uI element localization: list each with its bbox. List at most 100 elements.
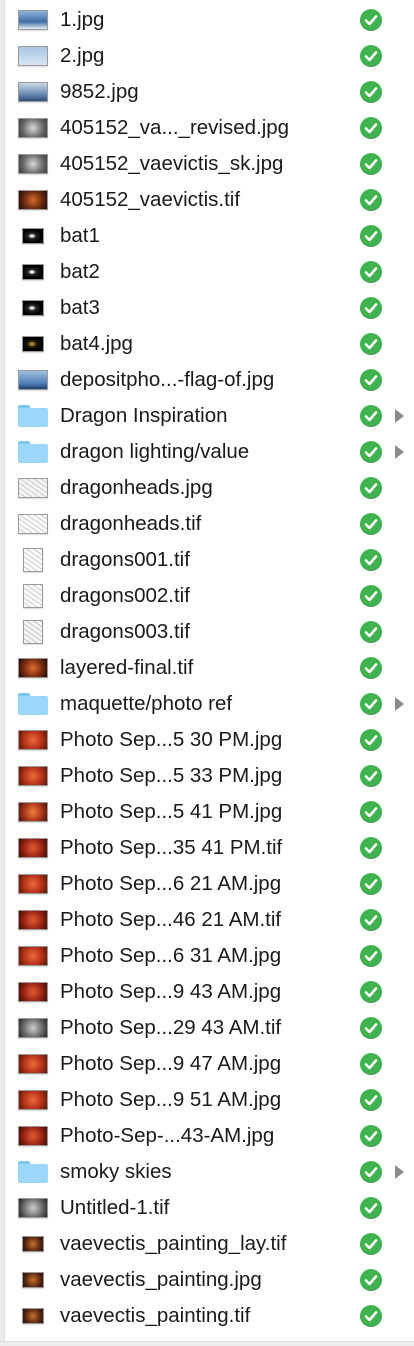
sync-status-check-icon <box>360 81 382 103</box>
file-row[interactable]: Photo Sep...9 47 AM.jpg <box>5 1046 414 1082</box>
file-row[interactable]: 2.jpg <box>5 38 414 74</box>
file-row[interactable]: Untitled-1.tif <box>5 1190 414 1226</box>
sync-status-check-icon <box>360 765 382 787</box>
file-row[interactable]: 405152_vaevictis.tif <box>5 182 414 218</box>
sync-status-check-icon <box>360 1161 382 1183</box>
sync-status-check-icon <box>360 369 382 391</box>
file-row[interactable]: dragons001.tif <box>5 542 414 578</box>
file-row[interactable]: 405152_va..._revised.jpg <box>5 110 414 146</box>
sync-status-check-icon <box>360 873 382 895</box>
file-row[interactable]: depositpho...-flag-of.jpg <box>5 362 414 398</box>
disclosure-arrow-icon[interactable] <box>395 409 404 423</box>
file-row[interactable]: Photo Sep...29 43 AM.tif <box>5 1010 414 1046</box>
file-name: vaevectis_painting.jpg <box>60 1268 262 1291</box>
sync-status-check-icon <box>360 1089 382 1111</box>
file-row[interactable]: 1.jpg <box>5 2 414 38</box>
image-thumbnail-icon <box>17 620 49 644</box>
sync-status-check-icon <box>360 405 382 427</box>
file-name: layered-final.tif <box>60 656 194 679</box>
image-thumbnail-icon <box>17 1088 49 1112</box>
disclosure-arrow-icon[interactable] <box>395 1165 404 1179</box>
sync-status-check-icon <box>360 837 382 859</box>
image-thumbnail-icon <box>17 548 49 572</box>
file-row[interactable]: Photo Sep...5 33 PM.jpg <box>5 758 414 794</box>
file-name: depositpho...-flag-of.jpg <box>60 368 275 391</box>
image-thumbnail-icon <box>17 764 49 788</box>
sync-status-check-icon <box>360 1053 382 1075</box>
sync-status-check-icon <box>360 441 382 463</box>
file-name: Photo Sep...29 43 AM.tif <box>60 1016 282 1039</box>
disclosure-arrow-icon[interactable] <box>395 445 404 459</box>
file-name: 405152_vaevictis.tif <box>60 188 241 211</box>
file-row[interactable]: bat4.jpg <box>5 326 414 362</box>
file-name: bat2 <box>60 260 100 283</box>
image-thumbnail-icon <box>17 296 49 320</box>
sync-status-check-icon <box>360 225 382 247</box>
folder-icon <box>17 1160 49 1184</box>
image-thumbnail-icon <box>17 1196 49 1220</box>
sync-status-check-icon <box>360 1269 382 1291</box>
image-thumbnail-icon <box>17 188 49 212</box>
file-row[interactable]: dragonheads.jpg <box>5 470 414 506</box>
file-name: vaevectis_painting.tif <box>60 1304 251 1327</box>
file-name: 405152_va..._revised.jpg <box>60 116 290 139</box>
sync-status-check-icon <box>360 585 382 607</box>
image-thumbnail-icon <box>17 1052 49 1076</box>
file-name: 405152_vaevictis_sk.jpg <box>60 152 284 175</box>
file-row[interactable]: vaevectis_painting.tif <box>5 1298 414 1334</box>
file-row[interactable]: Photo Sep...6 31 AM.jpg <box>5 938 414 974</box>
sync-status-check-icon <box>360 261 382 283</box>
file-row[interactable]: layered-final.tif <box>5 650 414 686</box>
file-name: dragonheads.jpg <box>60 476 213 499</box>
file-row[interactable]: Photo Sep...5 30 PM.jpg <box>5 722 414 758</box>
file-row[interactable]: 9852.jpg <box>5 74 414 110</box>
file-row[interactable]: Photo Sep...46 21 AM.tif <box>5 902 414 938</box>
file-name: Untitled-1.tif <box>60 1196 170 1219</box>
folder-row[interactable]: smoky skies <box>5 1154 414 1190</box>
image-thumbnail-icon <box>17 1304 49 1328</box>
file-row[interactable]: Photo-Sep-...43-AM.jpg <box>5 1118 414 1154</box>
file-row[interactable]: Photo Sep...9 51 AM.jpg <box>5 1082 414 1118</box>
file-name: Photo Sep...5 33 PM.jpg <box>60 764 283 787</box>
file-name: bat4.jpg <box>60 332 133 355</box>
sync-status-check-icon <box>360 1233 382 1255</box>
folder-row[interactable]: dragon lighting/value <box>5 434 414 470</box>
folder-icon <box>17 440 49 464</box>
sync-status-check-icon <box>360 45 382 67</box>
file-name: bat3 <box>60 296 100 319</box>
image-thumbnail-icon <box>17 224 49 248</box>
sync-status-check-icon <box>360 1125 382 1147</box>
file-name: Photo Sep...46 21 AM.tif <box>60 908 282 931</box>
image-thumbnail-icon <box>17 836 49 860</box>
file-row[interactable]: 405152_vaevictis_sk.jpg <box>5 146 414 182</box>
file-name: Photo Sep...6 21 AM.jpg <box>60 872 282 895</box>
file-row[interactable]: bat1 <box>5 218 414 254</box>
disclosure-arrow-icon[interactable] <box>395 697 404 711</box>
file-name: smoky skies <box>60 1160 172 1183</box>
folder-row[interactable]: maquette/photo ref <box>5 686 414 722</box>
folder-row[interactable]: Dragon Inspiration <box>5 398 414 434</box>
file-row[interactable]: vaevectis_painting_lay.tif <box>5 1226 414 1262</box>
file-row[interactable]: dragonheads.tif <box>5 506 414 542</box>
image-thumbnail-icon <box>17 1124 49 1148</box>
file-row[interactable]: dragons003.tif <box>5 614 414 650</box>
image-thumbnail-icon <box>17 1268 49 1292</box>
file-name: Dragon Inspiration <box>60 404 228 427</box>
file-name: 9852.jpg <box>60 80 139 103</box>
file-row[interactable]: Photo Sep...35 41 PM.tif <box>5 830 414 866</box>
image-thumbnail-icon <box>17 512 49 536</box>
image-thumbnail-icon <box>17 44 49 68</box>
file-name: Photo Sep...5 41 PM.jpg <box>60 800 283 823</box>
sync-status-check-icon <box>360 189 382 211</box>
image-thumbnail-icon <box>17 260 49 284</box>
image-thumbnail-icon <box>17 944 49 968</box>
file-row[interactable]: Photo Sep...9 43 AM.jpg <box>5 974 414 1010</box>
file-row[interactable]: Photo Sep...6 21 AM.jpg <box>5 866 414 902</box>
file-row[interactable]: bat2 <box>5 254 414 290</box>
file-row[interactable]: dragons002.tif <box>5 578 414 614</box>
file-row[interactable]: vaevectis_painting.jpg <box>5 1262 414 1298</box>
image-thumbnail-icon <box>17 800 49 824</box>
file-row[interactable]: Photo Sep...5 41 PM.jpg <box>5 794 414 830</box>
file-row[interactable]: bat3 <box>5 290 414 326</box>
sync-status-check-icon <box>360 549 382 571</box>
